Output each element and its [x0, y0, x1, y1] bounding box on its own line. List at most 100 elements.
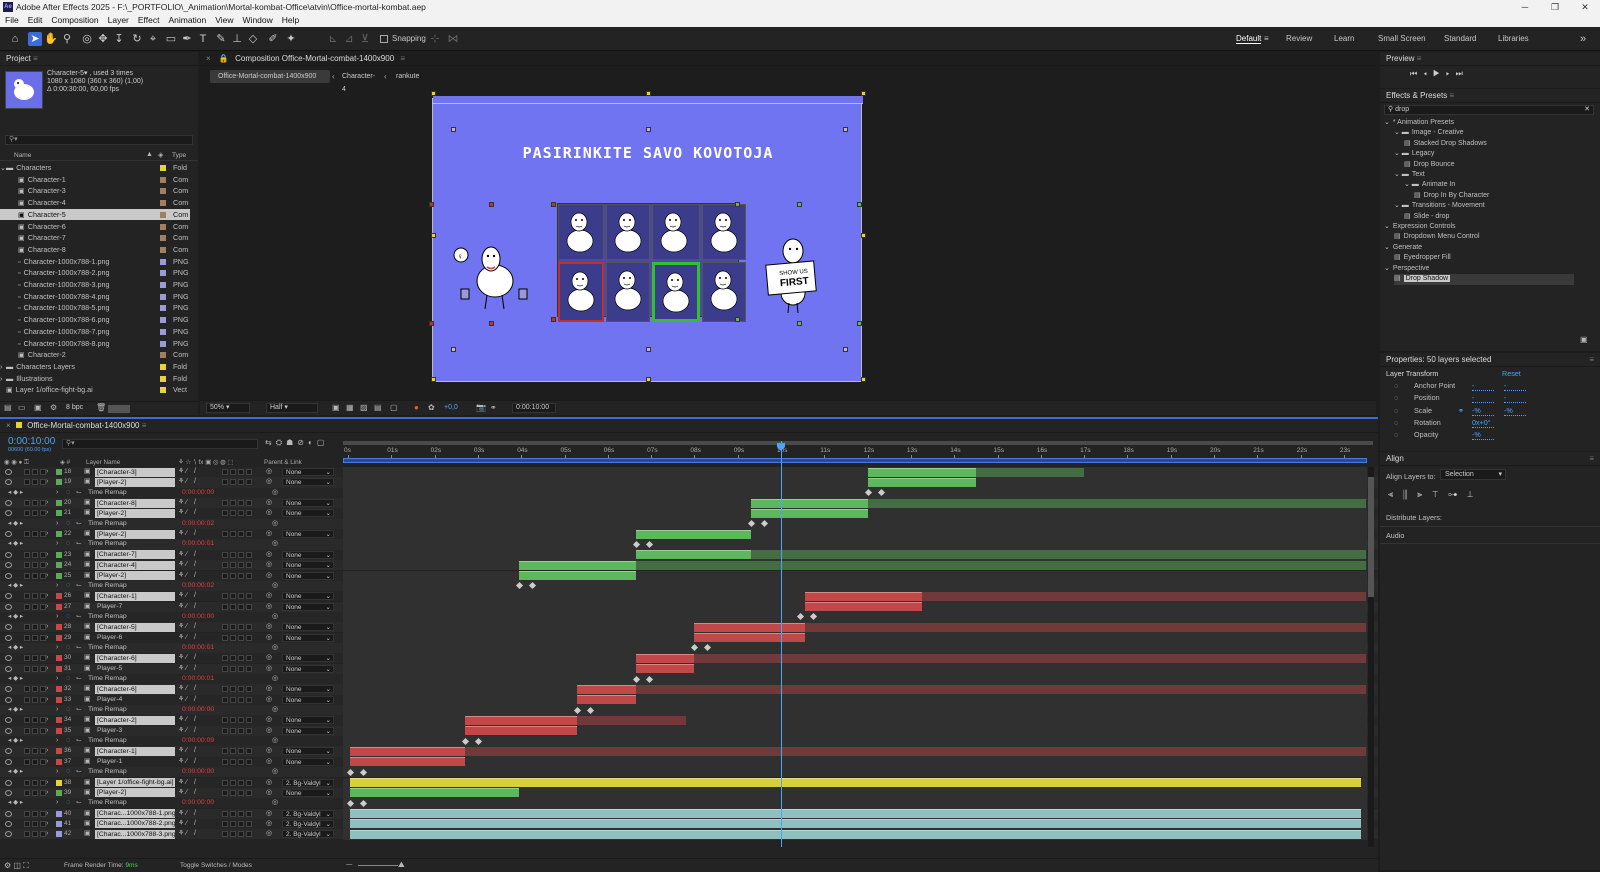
project-item[interactable]: ▫ Character-1000x788-3.png PNG: [0, 279, 190, 291]
continuous-raster-icon[interactable]: /: [194, 778, 196, 788]
continuous-raster-icon[interactable]: /: [194, 571, 196, 581]
layer-switch-box[interactable]: [230, 593, 236, 600]
keyframe-navigator-icon[interactable]: ◂ ◆ ▸: [8, 488, 23, 498]
visibility-eye-icon[interactable]: [5, 510, 12, 517]
effect-category[interactable]: ⌄ Generate: [1384, 243, 1422, 254]
visibility-eye-icon[interactable]: [5, 789, 12, 796]
pick-whip-icon[interactable]: ◎: [266, 695, 272, 705]
align-bottom-icon[interactable]: ⊥: [1467, 489, 1483, 499]
quality-switch-icon[interactable]: ∕: [186, 591, 187, 601]
time-remap-row[interactable]: ◂ ◆ ▸ › ◌ ⌙ Time Remap 0:00:00:01 ◎: [0, 674, 1378, 685]
composition-tab-title[interactable]: Composition Office-Mortal-combat-1400x90…: [235, 54, 394, 63]
continuous-raster-icon[interactable]: /: [194, 477, 196, 487]
pick-whip-icon[interactable]: ◎: [266, 508, 272, 518]
graph-icon[interactable]: ⌙: [76, 736, 82, 746]
expand-layer-icon[interactable]: ›: [46, 508, 48, 518]
quality-switch-icon[interactable]: ∕: [186, 560, 187, 570]
layer-bar-extension[interactable]: [577, 715, 686, 725]
layer-label-color[interactable]: [56, 551, 62, 558]
parent-dropdown[interactable]: None ⌄: [282, 561, 334, 570]
close-window-icon[interactable]: ✕: [1570, 0, 1600, 14]
menu-view[interactable]: View: [215, 15, 233, 25]
time-remap-value[interactable]: 0:00:00:01: [182, 674, 214, 684]
snapping-checkbox[interactable]: [380, 35, 388, 43]
transform-handle[interactable]: [551, 202, 556, 207]
quality-switch-icon[interactable]: ∕: [186, 695, 187, 705]
layer-track[interactable]: [343, 798, 1367, 809]
time-remap-row[interactable]: ◂ ◆ ▸ › ◌ ⌙ Time Remap 0:00:00:00 ◎: [0, 487, 1378, 499]
constrain-proportions-icon[interactable]: ⚭: [1458, 406, 1464, 415]
layer-track[interactable]: [343, 694, 1367, 706]
layer-label-color[interactable]: [56, 510, 62, 517]
transform-handle[interactable]: [843, 347, 848, 352]
layer-switch-box[interactable]: [222, 686, 228, 693]
stopwatch-icon[interactable]: ◌: [66, 736, 70, 746]
av-switch[interactable]: [32, 820, 38, 827]
workspace-default[interactable]: Default: [1236, 34, 1262, 44]
av-switch[interactable]: [24, 696, 30, 703]
grid-guides-icon[interactable]: ▢: [390, 403, 398, 412]
layer-switch-box[interactable]: [230, 469, 236, 475]
layer-switch-box[interactable]: [230, 479, 236, 486]
layer-switch-box[interactable]: [230, 665, 236, 672]
effect-preset-item[interactable]: ▤ Drop Shadow: [1394, 274, 1574, 285]
layer-track[interactable]: [343, 518, 1367, 530]
layer-duration-bar[interactable]: [519, 571, 636, 580]
layer-switch-box[interactable]: [246, 810, 252, 817]
expand-layer-icon[interactable]: ›: [46, 591, 48, 601]
layer-switch-box[interactable]: [222, 624, 228, 631]
expand-property-icon[interactable]: ›: [56, 736, 58, 746]
timeline-layer-row[interactable]: › 33 ▣ Player-4 ⚘ ∕ / ◎ None ⌄: [0, 694, 1378, 706]
expression-pickwhip-icon[interactable]: ◎: [272, 519, 278, 529]
workspace-libraries[interactable]: Libraries: [1498, 34, 1529, 43]
stopwatch-icon[interactable]: ◌: [1394, 430, 1398, 439]
av-switch[interactable]: [32, 789, 38, 796]
parent-dropdown[interactable]: None ⌄: [282, 788, 334, 797]
layer-switch-box[interactable]: [230, 500, 236, 507]
layer-switch-box[interactable]: [230, 789, 236, 796]
graph-icon[interactable]: ⌙: [76, 539, 82, 549]
time-remap-value[interactable]: 0:00:00:00: [182, 767, 214, 777]
motion-blur-icon[interactable]: ◐: [308, 438, 317, 447]
fast-preview-icon[interactable]: ▣: [332, 403, 340, 412]
layer-switch-box[interactable]: [238, 655, 244, 662]
pick-whip-icon[interactable]: ◎: [266, 664, 272, 674]
workspace-standard[interactable]: Standard: [1444, 34, 1476, 43]
layer-switch-box[interactable]: [246, 717, 252, 724]
pick-whip-icon[interactable]: ◎: [266, 560, 272, 570]
toggle-switches-modes[interactable]: Toggle Switches / Modes: [180, 862, 252, 869]
label-color-swatch[interactable]: [160, 293, 166, 300]
timeline-layer-row[interactable]: › 36 ▣ [Character-1] ⚘ ∕ / ◎ None ⌄: [0, 746, 1378, 757]
pick-whip-icon[interactable]: ◎: [266, 746, 272, 756]
align-vcenter-icon[interactable]: ⊶: [1448, 489, 1467, 499]
expand-property-icon[interactable]: ›: [56, 674, 58, 684]
layer-duration-bar[interactable]: [350, 757, 465, 767]
continuous-raster-icon[interactable]: /: [194, 550, 196, 560]
expand-layer-icon[interactable]: ›: [46, 477, 48, 487]
property-value-1[interactable]: -%: [1472, 430, 1494, 441]
layer-duration-bar[interactable]: [635, 550, 751, 560]
layer-switch-box[interactable]: [222, 717, 228, 724]
layer-track[interactable]: [343, 736, 1367, 747]
quality-switch-icon[interactable]: ∕: [186, 809, 187, 819]
layer-switch-box[interactable]: [222, 665, 228, 672]
layer-bar-extension[interactable]: [464, 746, 1366, 756]
shy-switch-icon[interactable]: ⚘: [178, 560, 184, 570]
pick-whip-icon[interactable]: ◎: [266, 467, 272, 477]
shy-switch-icon[interactable]: ⚘: [178, 508, 184, 518]
layer-label-color[interactable]: [56, 603, 62, 610]
parent-dropdown[interactable]: None ⌄: [282, 695, 334, 704]
layer-switch-box[interactable]: [238, 572, 244, 579]
layer-name[interactable]: [Layer 1/office-fight-bg.ai]: [95, 778, 175, 788]
pick-whip-icon[interactable]: ◎: [266, 477, 272, 487]
av-switch[interactable]: [24, 624, 30, 631]
expand-layer-icon[interactable]: ›: [46, 819, 48, 829]
parent-dropdown[interactable]: None ⌄: [282, 530, 334, 539]
expand-layer-icon[interactable]: ›: [46, 498, 48, 508]
timeline-layer-row[interactable]: › 35 ▣ Player-3 ⚘ ∕ / ◎ None ⌄: [0, 725, 1378, 737]
type-tool-icon[interactable]: T: [196, 32, 210, 46]
shy-switch-icon[interactable]: ⚘: [178, 571, 184, 581]
layer-duration-bar[interactable]: [694, 622, 805, 632]
selection-tool-icon[interactable]: ➤: [28, 32, 42, 46]
keyframe-navigator-icon[interactable]: ◂ ◆ ▸: [8, 705, 23, 715]
